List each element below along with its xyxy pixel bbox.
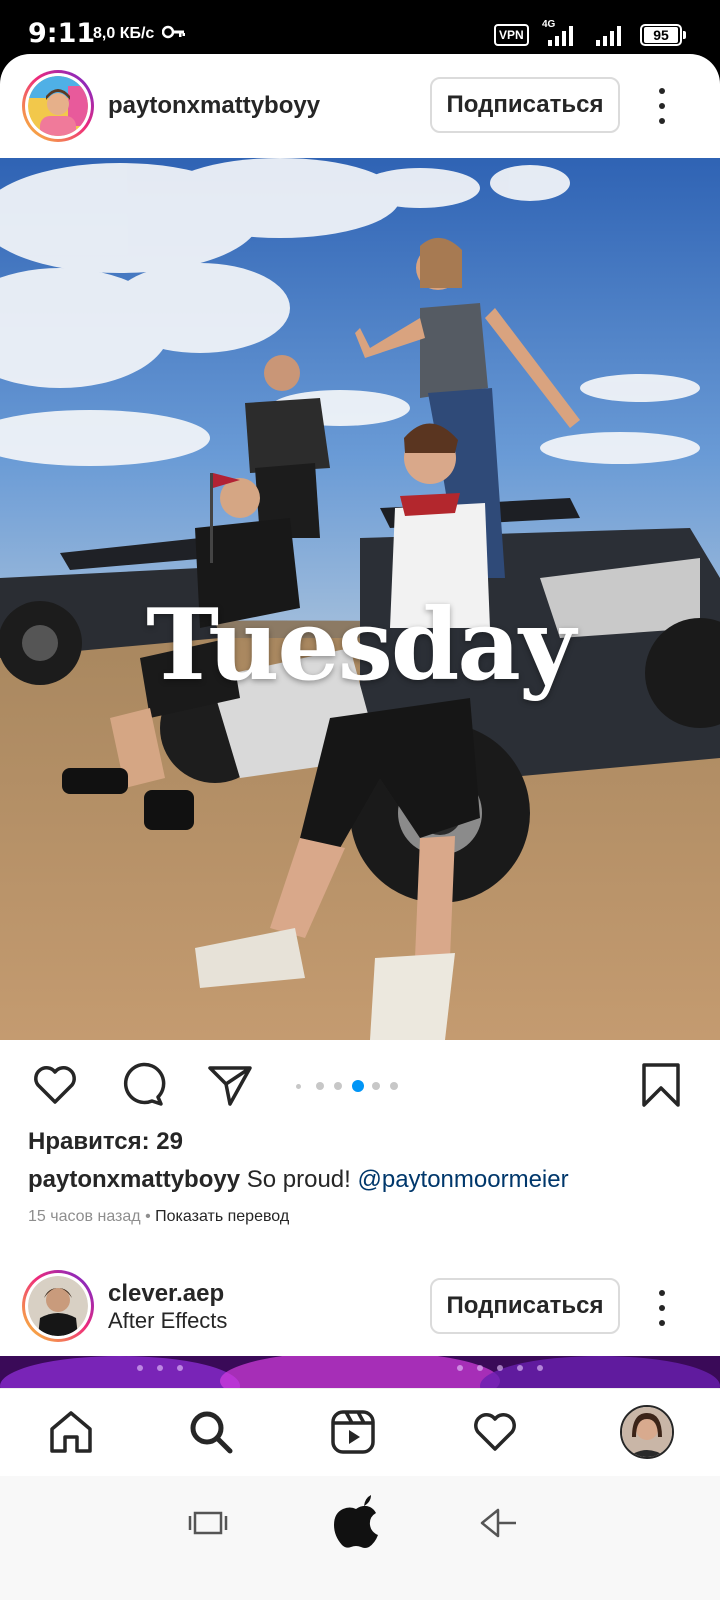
bookmark-icon[interactable]: [636, 1060, 686, 1110]
signal-icon: [548, 26, 573, 46]
caption: paytonxmattyboyy So proud! @paytonmoorme…: [28, 1166, 569, 1194]
more-options-icon[interactable]: [652, 88, 672, 124]
post-username[interactable]: clever.aep: [108, 1280, 224, 1308]
share-icon[interactable]: [205, 1060, 255, 1110]
activity-heart-icon[interactable]: [470, 1407, 520, 1457]
battery-level: 95: [644, 27, 678, 43]
system-nav: [0, 1476, 720, 1600]
key-icon: [162, 25, 185, 39]
battery-tip: [683, 31, 686, 39]
bottom-nav: [0, 1388, 720, 1476]
back-icon[interactable]: [478, 1506, 518, 1540]
feed: paytonxmattyboyy Подписаться Tuesday Нра…: [0, 54, 720, 1400]
likes-count[interactable]: Нравится: 29: [28, 1128, 183, 1156]
subscribe-button[interactable]: Подписаться: [430, 1278, 620, 1334]
photo-text-overlay: Tuesday: [146, 588, 576, 703]
post-photo[interactable]: Tuesday: [0, 158, 720, 1040]
signal-2-icon: [596, 26, 621, 46]
more-options-icon[interactable]: [652, 1290, 672, 1326]
battery-icon: 95: [640, 24, 682, 46]
post-meta: 15 часов назад • Показать перевод: [28, 1208, 289, 1226]
search-icon[interactable]: [186, 1407, 236, 1457]
post-username[interactable]: paytonxmattyboyy: [108, 92, 320, 120]
post-time: 15 часов назад: [28, 1208, 141, 1225]
post-actions: [0, 1040, 720, 1130]
avatar[interactable]: [22, 1270, 94, 1342]
status-time: 9:11: [28, 18, 96, 49]
avatar[interactable]: [22, 70, 94, 142]
home-apple-icon[interactable]: [333, 1494, 379, 1548]
caption-text: So proud!: [246, 1166, 351, 1193]
post-header: clever.aep After Effects Подписаться: [0, 1266, 720, 1356]
recents-icon[interactable]: [188, 1508, 228, 1538]
avatar-image: [28, 1276, 88, 1336]
profile-avatar-image: [622, 1407, 672, 1457]
avatar-image: [28, 76, 88, 136]
status-net-speed: 8,0 КБ/с: [93, 25, 155, 42]
subscribe-button[interactable]: Подписаться: [430, 77, 620, 133]
profile-avatar[interactable]: [620, 1405, 674, 1459]
caption-username[interactable]: paytonxmattyboyy: [28, 1166, 240, 1193]
caption-mention[interactable]: @paytonmoormeier: [357, 1166, 568, 1193]
heart-icon[interactable]: [30, 1060, 80, 1110]
reels-icon[interactable]: [328, 1407, 378, 1457]
translate-link[interactable]: Показать перевод: [155, 1208, 289, 1225]
post-header: paytonxmattyboyy Подписаться: [0, 54, 720, 158]
meta-separator: •: [145, 1208, 151, 1225]
post-subtitle[interactable]: After Effects: [108, 1308, 227, 1334]
vpn-badge: VPN: [494, 24, 529, 46]
status-bar: 9:11 8,0 КБ/с VPN 4G 95: [0, 0, 720, 58]
comment-icon[interactable]: [118, 1060, 168, 1110]
home-icon[interactable]: [46, 1407, 96, 1457]
